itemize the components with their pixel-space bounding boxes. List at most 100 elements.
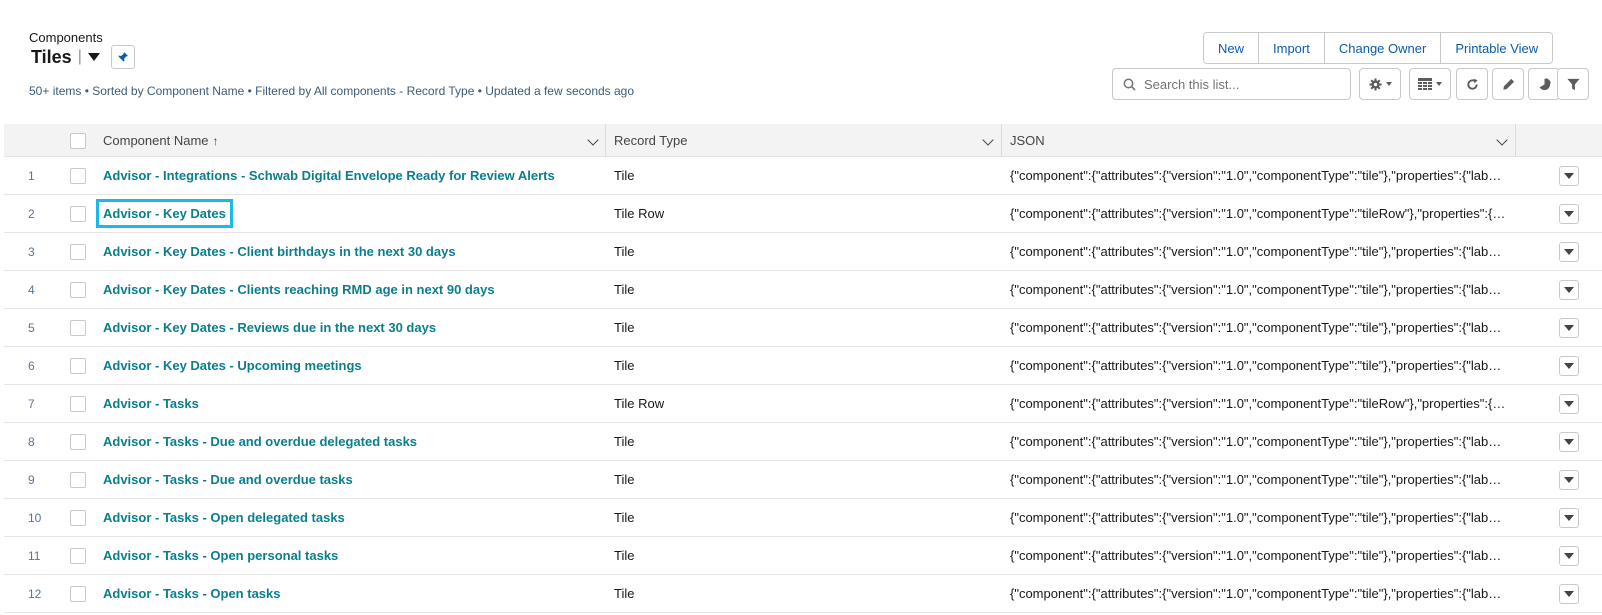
chevron-down-icon[interactable] <box>587 134 599 146</box>
row-checkbox[interactable] <box>70 319 86 336</box>
row-actions-button[interactable] <box>1559 242 1579 262</box>
row-checkbox[interactable] <box>70 395 86 412</box>
select-all-cell <box>70 124 86 157</box>
json-value: {"component":{"attributes":{"version":"1… <box>1010 434 1508 449</box>
table-row: 2 Advisor - Key Dates Tile Row {"compone… <box>4 195 1602 233</box>
table-row: 11 Advisor - Tasks - Open personal tasks… <box>4 537 1602 575</box>
gear-icon <box>1368 77 1382 91</box>
component-name-link[interactable]: Advisor - Tasks - Open personal tasks <box>103 548 338 563</box>
column-divider[interactable] <box>1001 124 1002 157</box>
row-actions-button[interactable] <box>1559 318 1579 338</box>
change-owner-button[interactable]: Change Owner <box>1323 33 1441 63</box>
charts-button[interactable] <box>1528 68 1560 100</box>
row-actions-button[interactable] <box>1559 470 1579 490</box>
list-view-selector[interactable]: Tiles | <box>31 44 100 70</box>
row-actions-button[interactable] <box>1559 584 1579 604</box>
chevron-down-icon <box>1564 249 1574 255</box>
list-title[interactable]: Tiles <box>31 47 72 68</box>
column-divider[interactable] <box>605 124 606 157</box>
json-value: {"component":{"attributes":{"version":"1… <box>1010 586 1508 601</box>
search-input[interactable] <box>1144 76 1334 92</box>
chevron-down-icon[interactable] <box>87 53 100 61</box>
column-header-record-type[interactable]: Record Type <box>614 124 687 157</box>
record-type-cell: Tile <box>614 434 635 449</box>
table-row: 3 Advisor - Key Dates - Client birthdays… <box>4 233 1602 271</box>
component-name-link[interactable]: Advisor - Tasks - Open delegated tasks <box>103 510 345 525</box>
component-name-link[interactable]: Advisor - Tasks - Due and overdue tasks <box>103 472 353 487</box>
printable-view-button[interactable]: Printable View <box>1440 33 1553 63</box>
component-name-link[interactable]: Advisor - Key Dates - Client birthdays i… <box>103 244 456 259</box>
name-cell: Advisor - Tasks - Due and overdue tasks <box>103 461 353 498</box>
row-actions-button[interactable] <box>1559 356 1579 376</box>
json-cell: {"component":{"attributes":{"version":"1… <box>1010 195 1508 232</box>
chevron-down-icon[interactable] <box>1496 134 1508 146</box>
row-number: 6 <box>28 358 35 373</box>
table-row: 7 Advisor - Tasks Tile Row {"component":… <box>4 385 1602 423</box>
row-checkbox[interactable] <box>70 205 86 222</box>
row-select-cell <box>70 385 86 422</box>
json-value: {"component":{"attributes":{"version":"1… <box>1010 358 1508 373</box>
component-name-link[interactable]: Advisor - Key Dates - Reviews due in the… <box>103 320 436 335</box>
record-type-cell: Tile <box>614 320 635 335</box>
title-separator: | <box>77 48 82 65</box>
component-name-link[interactable]: Advisor - Key Dates - Upcoming meetings <box>103 358 362 373</box>
json-value: {"component":{"attributes":{"version":"1… <box>1010 396 1508 411</box>
json-cell: {"component":{"attributes":{"version":"1… <box>1010 271 1508 308</box>
refresh-button[interactable] <box>1456 68 1488 100</box>
row-select-cell <box>70 423 86 460</box>
row-checkbox[interactable] <box>70 547 86 564</box>
component-name-link[interactable]: Advisor - Tasks - Open tasks <box>103 586 281 601</box>
column-header-component-name[interactable]: Component Name ↑ <box>103 124 219 157</box>
component-name-link[interactable]: Advisor - Key Dates - Clients reaching R… <box>103 282 495 297</box>
inline-edit-button[interactable] <box>1492 68 1524 100</box>
component-name-link[interactable]: Advisor - Tasks - Due and overdue delega… <box>103 434 417 449</box>
component-name-link[interactable]: Advisor - Tasks <box>103 396 199 411</box>
row-select-cell <box>70 233 86 270</box>
chevron-down-icon[interactable] <box>982 134 994 146</box>
filter-icon <box>1566 78 1580 90</box>
pin-list-button[interactable] <box>111 45 135 69</box>
display-as-button[interactable] <box>1409 68 1451 100</box>
row-checkbox[interactable] <box>70 471 86 488</box>
column-divider[interactable] <box>1515 124 1516 157</box>
chevron-down-icon <box>1564 439 1574 445</box>
row-checkbox[interactable] <box>70 167 86 184</box>
row-actions-button[interactable] <box>1559 166 1579 186</box>
row-number: 9 <box>28 472 35 487</box>
new-button[interactable]: New <box>1204 33 1259 63</box>
json-value: {"component":{"attributes":{"version":"1… <box>1010 206 1508 221</box>
row-actions-button[interactable] <box>1559 508 1579 528</box>
filter-button[interactable] <box>1557 68 1589 100</box>
row-checkbox[interactable] <box>70 243 86 260</box>
row-actions-button[interactable] <box>1559 394 1579 414</box>
refresh-icon <box>1466 78 1478 90</box>
row-actions-button[interactable] <box>1559 280 1579 300</box>
row-actions-button[interactable] <box>1559 546 1579 566</box>
row-checkbox[interactable] <box>70 433 86 450</box>
column-header-json[interactable]: JSON <box>1010 124 1045 157</box>
row-select-cell <box>70 271 86 308</box>
component-name-link[interactable]: Advisor - Integrations - Schwab Digital … <box>103 168 555 183</box>
import-button[interactable]: Import <box>1258 33 1324 63</box>
row-number: 12 <box>28 586 42 601</box>
row-select-cell <box>70 537 86 574</box>
row-actions-button[interactable] <box>1559 204 1579 224</box>
json-value: {"component":{"attributes":{"version":"1… <box>1010 510 1508 525</box>
search-box[interactable] <box>1112 68 1351 100</box>
row-checkbox[interactable] <box>70 585 86 602</box>
record-type-cell: Tile Row <box>614 206 665 221</box>
json-value: {"component":{"attributes":{"version":"1… <box>1010 168 1508 183</box>
select-all-checkbox[interactable] <box>70 132 86 149</box>
row-checkbox[interactable] <box>70 509 86 526</box>
row-checkbox[interactable] <box>70 281 86 298</box>
sort-ascending-icon: ↑ <box>212 133 219 148</box>
row-select-cell <box>70 309 86 346</box>
component-name-link[interactable]: Advisor - Key Dates <box>96 199 233 228</box>
name-cell: Advisor - Tasks - Due and overdue delega… <box>103 423 417 460</box>
row-actions-button[interactable] <box>1559 432 1579 452</box>
row-checkbox[interactable] <box>70 357 86 374</box>
list-settings-button[interactable] <box>1359 68 1401 100</box>
list-view-header: Components Tiles | 50+ items • Sorted by… <box>0 0 1602 124</box>
json-value: {"component":{"attributes":{"version":"1… <box>1010 244 1508 259</box>
table-row: 12 Advisor - Tasks - Open tasks Tile {"c… <box>4 575 1602 613</box>
